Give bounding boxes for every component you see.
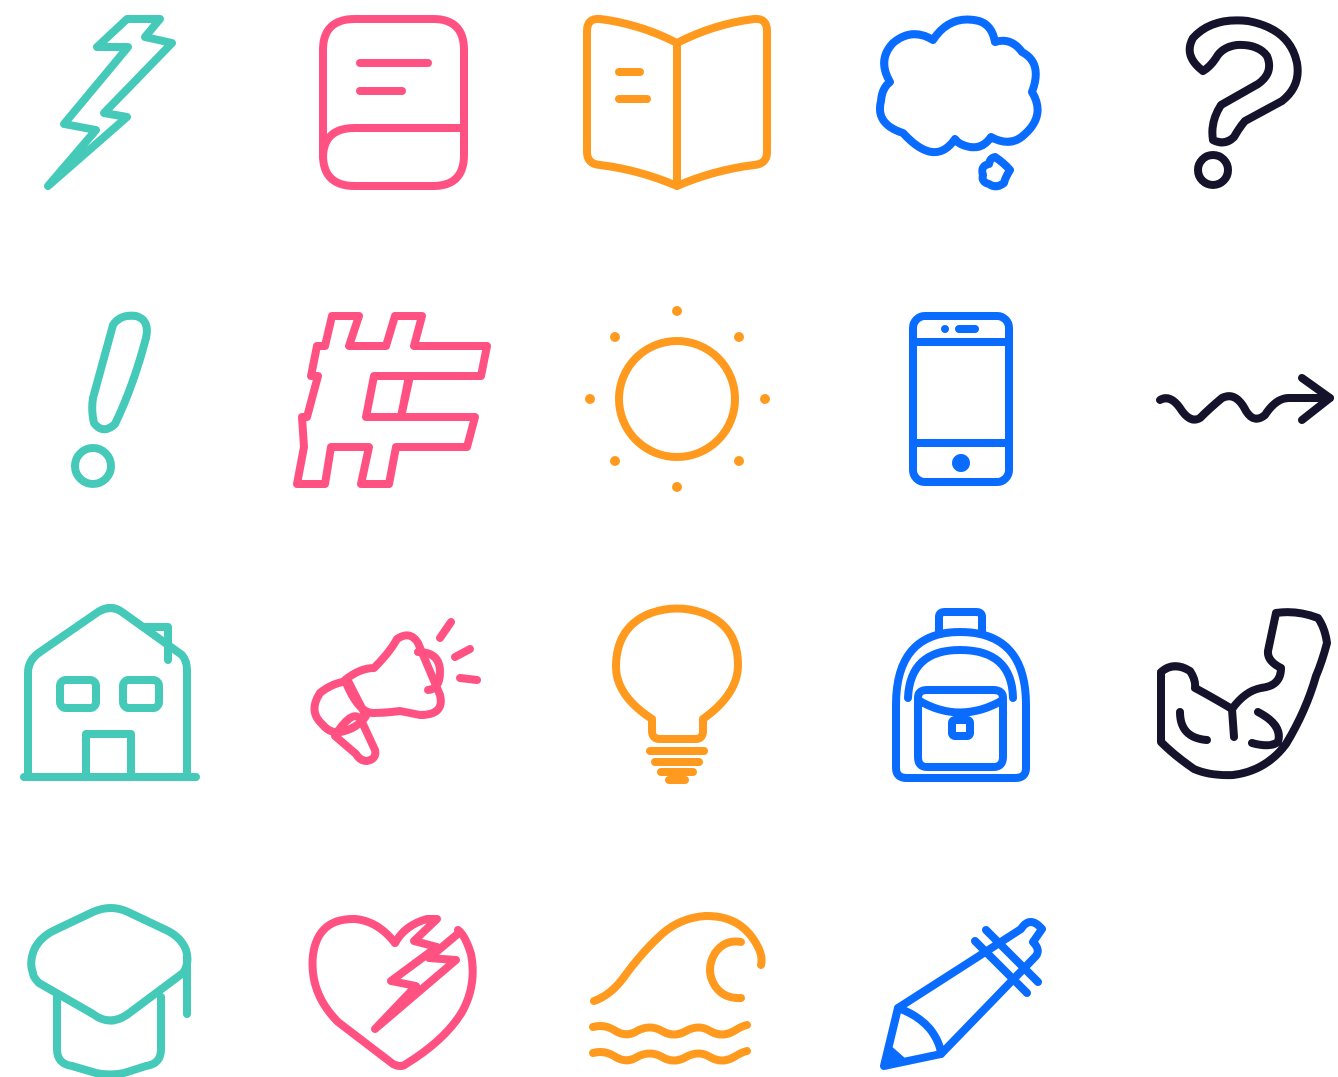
open-book-icon <box>580 12 776 196</box>
ocean-wave-icon <box>584 904 772 1074</box>
exclamation-mark-icon <box>64 308 160 494</box>
graduation-cap-icon <box>22 900 196 1077</box>
sun-icon <box>576 300 778 498</box>
bolt-outline <box>44 15 176 190</box>
question-mark-icon <box>1178 12 1308 196</box>
hashtag-icon <box>292 306 498 492</box>
icon-sheet <box>0 0 1338 1077</box>
backpack-icon <box>884 600 1038 788</box>
squiggle-arrow-icon <box>1150 366 1336 432</box>
lightning-bolt-icon <box>40 12 180 192</box>
book-icon <box>314 12 474 192</box>
pencil-icon <box>872 906 1046 1077</box>
house-icon <box>16 598 206 788</box>
smartphone-icon <box>902 306 1020 492</box>
broken-heart-icon <box>302 906 486 1072</box>
light-bulb-icon <box>604 600 750 788</box>
flexed-bicep-icon <box>1150 600 1336 788</box>
megaphone-icon <box>298 612 494 772</box>
thought-bubble-icon <box>870 12 1050 196</box>
